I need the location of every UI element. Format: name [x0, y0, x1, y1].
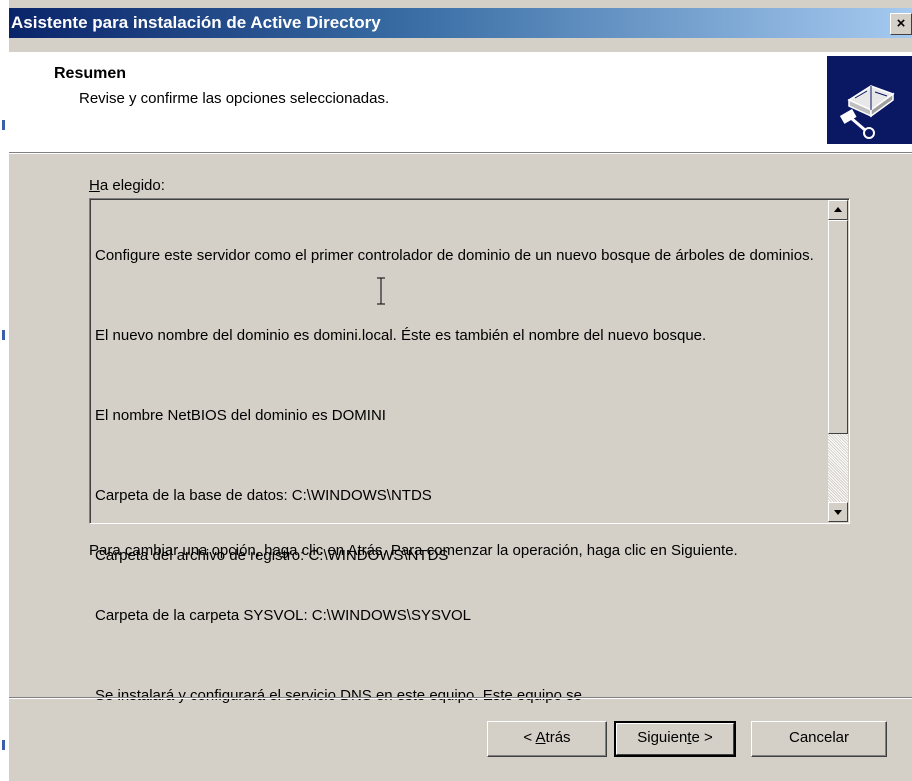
edge-mark [2, 740, 5, 750]
cancel-button[interactable]: Cancelar [751, 721, 887, 757]
cancel-label: Cancelar [788, 729, 850, 746]
summary-label: Ha elegido: [89, 177, 165, 194]
arrow-up-icon [834, 207, 842, 212]
back-button[interactable]: < Atrás [487, 721, 607, 757]
back-mnemonic: A [535, 729, 546, 746]
scroll-up-button[interactable] [828, 200, 848, 220]
next-button[interactable]: Siguiente > [614, 721, 736, 757]
edge-mark [2, 120, 5, 130]
wizard-window: Asistente para instalación de Active Dir… [9, 0, 912, 781]
folder-line: Carpeta de la base de datos: C:\WINDOWS\… [95, 487, 432, 504]
summary-label-text: a elegido: [99, 177, 165, 194]
scroll-down-button[interactable] [828, 502, 848, 522]
next-button-bevel [616, 723, 734, 755]
title-bar[interactable]: Asistente para instalación de Active Dir… [9, 8, 912, 38]
desktop-edge [0, 0, 9, 781]
back-label: trás [545, 729, 571, 746]
directory-book-icon [827, 56, 912, 144]
arrow-down-icon [834, 510, 842, 515]
summary-textbox[interactable]: Configure este servidor como el primer c… [89, 198, 850, 704]
wizard-header: Resumen Revise y confirme las opciones s… [9, 52, 912, 152]
vertical-scrollbar[interactable] [828, 200, 848, 522]
text-cursor-icon [377, 277, 385, 305]
folder-line: Carpeta de la carpeta SYSVOL: C:\WINDOWS… [95, 607, 471, 624]
back-prefix: < [523, 729, 536, 746]
scroll-track[interactable] [828, 434, 848, 502]
summary-paragraph: El nuevo nombre del dominio es domini.lo… [95, 327, 707, 344]
close-icon: × [896, 15, 906, 32]
instructions-text: Para cambiar una opción, haga clic en At… [89, 542, 738, 559]
summary-paragraph: Configure este servidor como el primer c… [95, 247, 814, 264]
edge-mark [2, 330, 5, 340]
close-button[interactable]: × [890, 13, 912, 35]
page-subtitle: Revise y confirme las opciones seleccion… [79, 90, 390, 107]
summary-content: Configure este servidor como el primer c… [95, 206, 815, 746]
window-title: Asistente para instalación de Active Dir… [11, 13, 381, 32]
page-title: Resumen [54, 65, 127, 82]
summary-label-mnemonic: H [89, 177, 100, 194]
footer-divider-highlight [9, 698, 912, 699]
header-divider-highlight [9, 153, 912, 154]
scroll-thumb[interactable] [828, 220, 848, 434]
summary-paragraph: El nombre NetBIOS del dominio es DOMINI [95, 407, 386, 424]
dns-line: Se instalará y configurará el servicio D… [95, 687, 582, 704]
